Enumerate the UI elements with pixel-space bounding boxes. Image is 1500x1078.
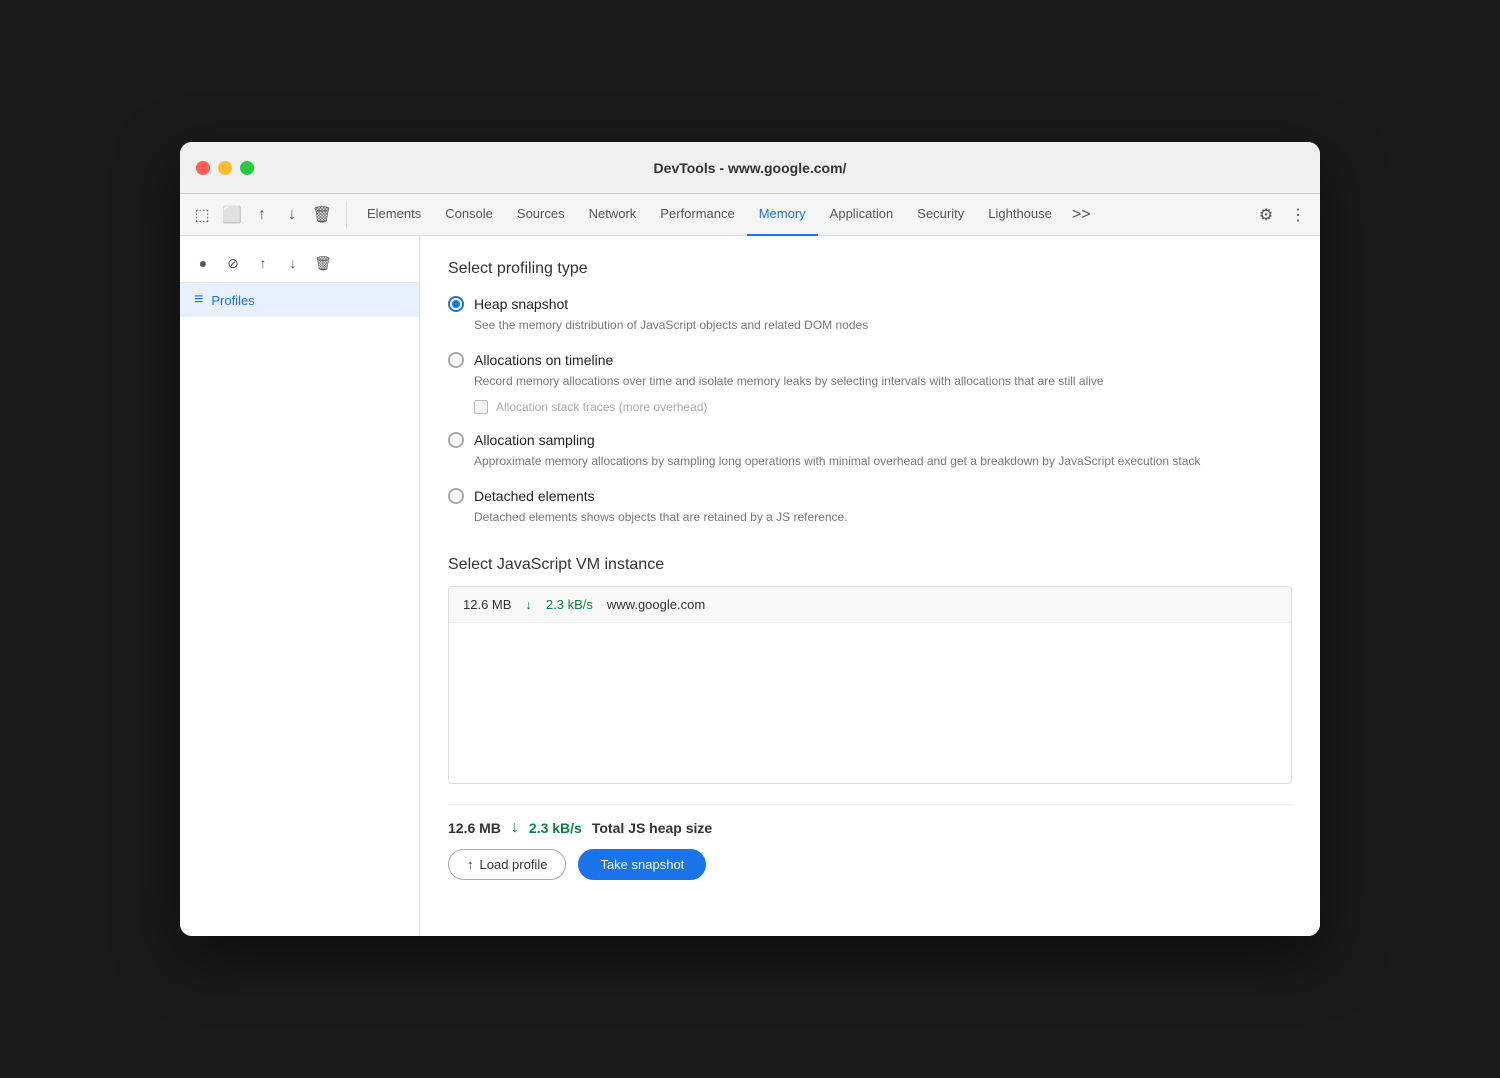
main-content: Select profiling type Heap snapshot See … — [420, 236, 1320, 936]
nav-tabs: Elements Console Sources Network Perform… — [355, 194, 1250, 236]
allocations-timeline-label: Allocations on timeline — [474, 352, 613, 368]
tab-elements[interactable]: Elements — [355, 194, 433, 236]
checkbox-row: Allocation stack traces (more overhead) — [474, 400, 1292, 414]
tab-sources[interactable]: Sources — [505, 194, 577, 236]
titlebar: DevTools - www.google.com/ — [180, 142, 1320, 194]
record-icon[interactable]: ● — [190, 250, 216, 276]
minimize-button[interactable] — [218, 161, 232, 175]
tab-network[interactable]: Network — [577, 194, 649, 236]
radio-detached-elements[interactable] — [448, 488, 464, 504]
tab-performance[interactable]: Performance — [648, 194, 746, 236]
footer-mb: 12.6 MB — [448, 820, 501, 836]
close-button[interactable] — [196, 161, 210, 175]
nav-toolbar: ⬚ ⬜ ↑ ↓ 🗑 Elements Console Sources Netwo… — [180, 194, 1320, 236]
heap-snapshot-label: Heap snapshot — [474, 296, 568, 312]
footer-arrow-icon: ↓ — [511, 819, 519, 837]
element-picker-icon[interactable]: ⬜ — [218, 201, 246, 229]
allocation-sampling-label: Allocation sampling — [474, 432, 595, 448]
clear-icon[interactable]: 🗑 — [308, 201, 336, 229]
export-icon[interactable]: ↑ — [248, 201, 276, 229]
allocation-sampling-desc: Approximate memory allocations by sampli… — [474, 452, 1292, 470]
sidebar-item-profiles[interactable]: ≡ Profiles — [180, 283, 419, 317]
tab-security[interactable]: Security — [905, 194, 976, 236]
load-profile-label: Load profile — [480, 857, 548, 872]
import-icon[interactable]: ↓ — [278, 201, 306, 229]
radio-allocations-timeline[interactable] — [448, 352, 464, 368]
footer-stats: 12.6 MB ↓ 2.3 kB/s Total JS heap size — [448, 819, 1292, 837]
heap-snapshot-desc: See the memory distribution of JavaScrip… — [474, 316, 1292, 334]
vm-speed: 2.3 kB/s — [546, 597, 593, 612]
option-detached-label-row: Detached elements — [448, 488, 1292, 504]
option-alloc-label-row: Allocations on timeline — [448, 352, 1292, 368]
load-profile-button[interactable]: ↑ Load profile — [448, 849, 566, 880]
window-title: DevTools - www.google.com/ — [654, 160, 847, 176]
vm-url: www.google.com — [607, 597, 705, 612]
settings-icon[interactable]: ⚙ — [1252, 201, 1280, 229]
footer-actions: ↑ Load profile Take snapshot — [448, 849, 1292, 880]
maximize-button[interactable] — [240, 161, 254, 175]
sidebar: ● ⊘ ↑ ↓ 🗑 ≡ Profiles — [180, 236, 420, 936]
footer-speed: 2.3 kB/s — [529, 820, 582, 836]
radio-heap-snapshot[interactable] — [448, 296, 464, 312]
vm-mb: 12.6 MB — [463, 597, 511, 612]
option-allocations-timeline: Allocations on timeline Record memory al… — [448, 352, 1292, 414]
profiling-options: Heap snapshot See the memory distributio… — [448, 296, 1292, 526]
tab-lighthouse[interactable]: Lighthouse — [976, 194, 1064, 236]
trash-icon[interactable]: 🗑 — [310, 250, 336, 276]
profiles-icon: ≡ — [194, 291, 203, 309]
tab-memory[interactable]: Memory — [747, 194, 818, 236]
more-tabs-button[interactable]: >> — [1064, 206, 1099, 224]
titlebar-buttons — [196, 161, 254, 175]
radio-allocation-sampling[interactable] — [448, 432, 464, 448]
menu-icon[interactable]: ⋮ — [1284, 201, 1312, 229]
tab-application[interactable]: Application — [818, 194, 906, 236]
sidebar-toolbar: ● ⊘ ↑ ↓ 🗑 — [180, 244, 419, 283]
option-sampling-label-row: Allocation sampling — [448, 432, 1292, 448]
tab-console[interactable]: Console — [433, 194, 505, 236]
vm-empty-area — [449, 623, 1291, 783]
toolbar-icons: ⬚ ⬜ ↑ ↓ 🗑 — [188, 201, 347, 229]
cursor-icon[interactable]: ⬚ — [188, 201, 216, 229]
content-area: ● ⊘ ↑ ↓ 🗑 ≡ Profiles Select profiling ty… — [180, 236, 1320, 936]
vm-section-title: Select JavaScript VM instance — [448, 556, 1292, 574]
allocation-stack-traces-checkbox[interactable] — [474, 400, 488, 414]
option-heap-label-row: Heap snapshot — [448, 296, 1292, 312]
allocations-timeline-desc: Record memory allocations over time and … — [474, 372, 1292, 390]
detached-elements-label: Detached elements — [474, 488, 595, 504]
vm-table: 12.6 MB ↓ 2.3 kB/s www.google.com — [448, 586, 1292, 784]
download-icon[interactable]: ↓ — [280, 250, 306, 276]
upload-icon[interactable]: ↑ — [250, 250, 276, 276]
upload-icon: ↑ — [467, 857, 474, 872]
vm-arrow-icon: ↓ — [525, 597, 532, 612]
allocation-stack-traces-label: Allocation stack traces (more overhead) — [496, 400, 707, 414]
devtools-window: DevTools - www.google.com/ ⬚ ⬜ ↑ ↓ 🗑 Ele… — [180, 142, 1320, 936]
sidebar-item-label: Profiles — [211, 293, 254, 308]
footer-heap-label: Total JS heap size — [592, 820, 712, 836]
detached-elements-desc: Detached elements shows objects that are… — [474, 508, 1292, 526]
profiling-type-title: Select profiling type — [448, 260, 1292, 278]
take-snapshot-button[interactable]: Take snapshot — [578, 849, 706, 880]
vm-instance-row[interactable]: 12.6 MB ↓ 2.3 kB/s www.google.com — [449, 587, 1291, 623]
option-detached-elements: Detached elements Detached elements show… — [448, 488, 1292, 526]
stop-icon[interactable]: ⊘ — [220, 250, 246, 276]
option-heap-snapshot: Heap snapshot See the memory distributio… — [448, 296, 1292, 334]
footer: 12.6 MB ↓ 2.3 kB/s Total JS heap size ↑ … — [448, 804, 1292, 888]
toolbar-right: ⚙ ⋮ — [1252, 201, 1312, 229]
option-allocation-sampling: Allocation sampling Approximate memory a… — [448, 432, 1292, 470]
